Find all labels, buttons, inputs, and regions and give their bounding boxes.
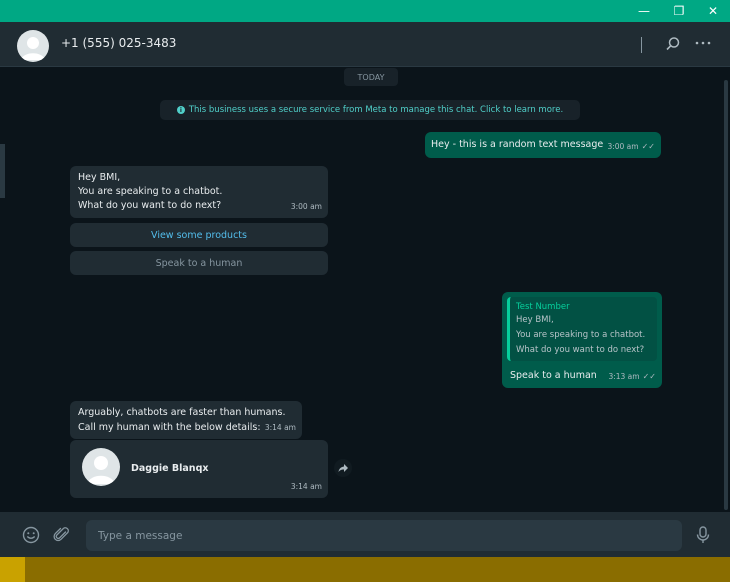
outgoing-reply-message[interactable]: Test Number Hey BMI, You are speaking to…: [502, 292, 662, 388]
left-edge-strip: [0, 144, 5, 198]
quoted-line: What do you want to do next?: [516, 345, 645, 355]
chat-header: +1 (555) 025-3483: [0, 22, 730, 67]
system-message[interactable]: i This business uses a secure service fr…: [160, 100, 580, 120]
system-message-text: This business uses a secure service from…: [188, 105, 564, 115]
time-text: 3:00 am: [607, 142, 639, 151]
double-check-icon: ✓✓: [642, 372, 656, 381]
quoted-sender: Test Number: [516, 302, 570, 312]
message-time: 3:00 am ✓✓: [607, 140, 655, 154]
os-taskbar: [0, 557, 730, 582]
attach-icon[interactable]: [52, 525, 72, 545]
close-button[interactable]: ✕: [696, 0, 730, 22]
microphone-icon[interactable]: [693, 525, 713, 545]
contact-avatar-icon: [82, 448, 120, 486]
message-time: 3:14 am: [264, 423, 296, 432]
chat-scrollbar[interactable]: [724, 80, 728, 510]
more-options-icon[interactable]: [693, 33, 713, 53]
message-input[interactable]: [86, 520, 682, 551]
message-time: 3:14 am: [290, 482, 322, 491]
message-time: 3:13 am ✓✓: [608, 370, 656, 384]
info-icon: i: [176, 106, 185, 114]
composer-bar: [0, 512, 730, 557]
emoji-icon[interactable]: [21, 525, 41, 545]
taskbar-start-tile[interactable]: [0, 557, 25, 582]
search-icon[interactable]: [663, 34, 683, 54]
chat-area[interactable]: TODAY i This business uses a secure serv…: [6, 68, 724, 512]
avatar-icon[interactable]: [17, 30, 49, 62]
speak-to-human-button[interactable]: Speak to a human: [70, 251, 328, 275]
date-chip: TODAY: [344, 68, 398, 86]
contact-name[interactable]: +1 (555) 025-3483: [61, 36, 176, 50]
quoted-message[interactable]: Test Number Hey BMI, You are speaking to…: [507, 297, 657, 361]
forward-icon[interactable]: [334, 459, 352, 477]
message-line: You are speaking to a chatbot.: [78, 186, 223, 197]
double-check-icon: ✓✓: [641, 142, 655, 151]
quoted-line: Hey BMI,: [516, 315, 554, 325]
contact-card-name: Daggie Blanqx: [131, 463, 209, 474]
maximize-button[interactable]: ❐: [662, 0, 696, 22]
window-titlebar: — ❐ ✕: [0, 0, 730, 22]
incoming-message[interactable]: Hey BMI, You are speaking to a chatbot. …: [70, 166, 328, 218]
message-line: What do you want to do next?: [78, 200, 222, 211]
header-divider: [641, 37, 642, 53]
view-products-button[interactable]: View some products: [70, 223, 328, 247]
message-time: 3:00 am: [290, 202, 322, 211]
message-line: Hey BMI,: [78, 172, 121, 183]
incoming-message[interactable]: Arguably, chatbots are faster than human…: [70, 401, 302, 439]
message-line: Call my human with the below details:: [78, 422, 261, 433]
outgoing-message[interactable]: Hey - this is a random text message 3:00…: [425, 132, 661, 158]
message-text: Hey - this is a random text message: [431, 139, 604, 150]
minimize-button[interactable]: —: [627, 0, 661, 22]
message-text: Speak to a human: [510, 370, 597, 381]
message-line: Arguably, chatbots are faster than human…: [78, 407, 286, 418]
quoted-line: You are speaking to a chatbot.: [516, 330, 646, 340]
time-text: 3:13 am: [608, 372, 640, 381]
contact-card-message[interactable]: Daggie Blanqx 3:14 am: [70, 440, 328, 498]
